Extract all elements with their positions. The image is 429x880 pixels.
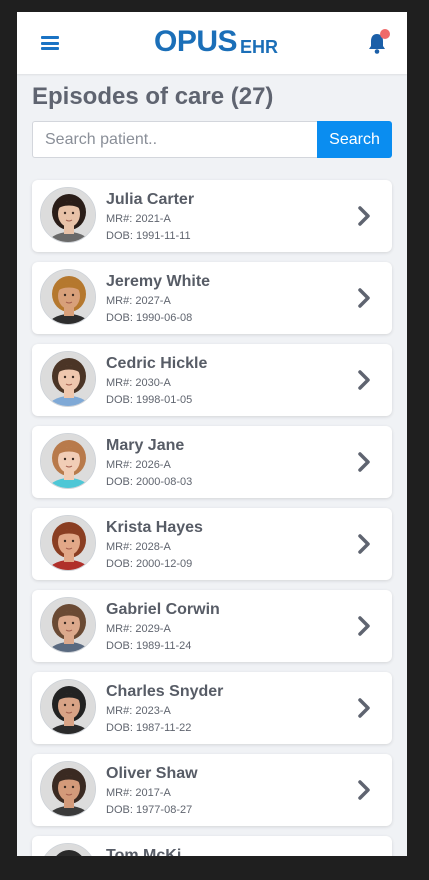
chevron-right-icon[interactable] bbox=[357, 369, 371, 391]
patient-dob: DOB: 2000-12-09 bbox=[106, 558, 193, 570]
app-screen: OPUS EHR Episodes of care (27) Search pa… bbox=[17, 12, 407, 856]
chevron-right-icon[interactable] bbox=[357, 205, 371, 227]
patient-card[interactable]: Mary Jane MR#: 2026-A DOB: 2000-08-03 bbox=[32, 426, 392, 498]
patient-mr-number: MR#: 2029-A bbox=[106, 623, 171, 635]
logo-main-text: OPUS bbox=[154, 25, 238, 58]
hamburger-menu-icon[interactable] bbox=[41, 36, 59, 50]
top-bar: OPUS EHR bbox=[17, 12, 407, 74]
chevron-right-icon[interactable] bbox=[357, 697, 371, 719]
patient-card[interactable]: Jeremy White MR#: 2027-A DOB: 1990-06-08 bbox=[32, 262, 392, 334]
patient-dob: DOB: 1977-08-27 bbox=[106, 804, 193, 816]
patient-dob: DOB: 1998-01-05 bbox=[106, 394, 193, 406]
patient-dob: DOB: 2000-08-03 bbox=[106, 476, 193, 488]
patient-mr-number: MR#: 2017-A bbox=[106, 787, 171, 799]
chevron-right-icon[interactable] bbox=[357, 287, 371, 309]
patient-mr-number: MR#: 2021-A bbox=[106, 213, 171, 225]
patient-mr-number: MR#: 2023-A bbox=[106, 705, 171, 717]
notification-dot bbox=[380, 29, 390, 39]
avatar bbox=[40, 351, 96, 407]
patient-name: Gabriel Corwin bbox=[106, 601, 220, 618]
patient-card[interactable]: Gabriel Corwin MR#: 2029-A DOB: 1989-11-… bbox=[32, 590, 392, 662]
avatar bbox=[40, 433, 96, 489]
patient-dob: DOB: 1989-11-24 bbox=[106, 640, 192, 652]
chevron-right-icon[interactable] bbox=[357, 615, 371, 637]
patient-name: Jeremy White bbox=[106, 273, 211, 290]
patient-name: Julia Carter bbox=[106, 191, 195, 208]
patient-name: Krista Hayes bbox=[106, 519, 203, 536]
avatar bbox=[40, 843, 96, 856]
app-logo: OPUS EHR bbox=[154, 26, 278, 58]
search-input[interactable] bbox=[32, 121, 317, 158]
patient-name: Cedric Hickle bbox=[106, 355, 208, 372]
patient-card[interactable]: Charles Snyder MR#: 2023-A DOB: 1987-11-… bbox=[32, 672, 392, 744]
patient-name: Charles Snyder bbox=[106, 683, 224, 700]
chevron-right-icon[interactable] bbox=[357, 533, 371, 555]
patient-list: Julia Carter MR#: 2021-A DOB: 1991-11-11… bbox=[32, 180, 392, 856]
avatar bbox=[40, 269, 96, 325]
patient-mr-number: MR#: 2028-A bbox=[106, 541, 171, 553]
search-button[interactable]: Search bbox=[317, 121, 392, 158]
patient-mr-number: MR#: 2027-A bbox=[106, 295, 171, 307]
avatar bbox=[40, 187, 96, 243]
patient-card[interactable]: Julia Carter MR#: 2021-A DOB: 1991-11-11 bbox=[32, 180, 392, 252]
patient-mr-number: MR#: 2026-A bbox=[106, 459, 171, 471]
patient-name: Mary Jane bbox=[106, 437, 185, 454]
avatar bbox=[40, 515, 96, 571]
avatar bbox=[40, 679, 96, 735]
search-bar: Search bbox=[32, 121, 392, 158]
patient-mr-number: MR#: 2030-A bbox=[106, 377, 171, 389]
chevron-right-icon[interactable] bbox=[357, 779, 371, 801]
avatar bbox=[40, 761, 96, 817]
patient-dob: DOB: 1990-06-08 bbox=[106, 312, 193, 324]
logo-sub-text: EHR bbox=[240, 37, 279, 57]
patient-name: Oliver Shaw bbox=[106, 765, 198, 782]
patient-dob: DOB: 1991-11-11 bbox=[106, 230, 191, 242]
patient-card[interactable]: Krista Hayes MR#: 2028-A DOB: 2000-12-09 bbox=[32, 508, 392, 580]
page-title: Episodes of care (27) bbox=[32, 83, 274, 110]
patient-dob: DOB: 1987-11-22 bbox=[106, 722, 192, 734]
patient-card[interactable]: Tom McKi bbox=[32, 836, 392, 856]
avatar bbox=[40, 597, 96, 653]
patient-card[interactable]: Cedric Hickle MR#: 2030-A DOB: 1998-01-0… bbox=[32, 344, 392, 416]
chevron-right-icon[interactable] bbox=[357, 451, 371, 473]
patient-card[interactable]: Oliver Shaw MR#: 2017-A DOB: 1977-08-27 bbox=[32, 754, 392, 826]
bell-icon[interactable] bbox=[367, 29, 390, 54]
patient-name: Tom McKi bbox=[106, 847, 182, 856]
